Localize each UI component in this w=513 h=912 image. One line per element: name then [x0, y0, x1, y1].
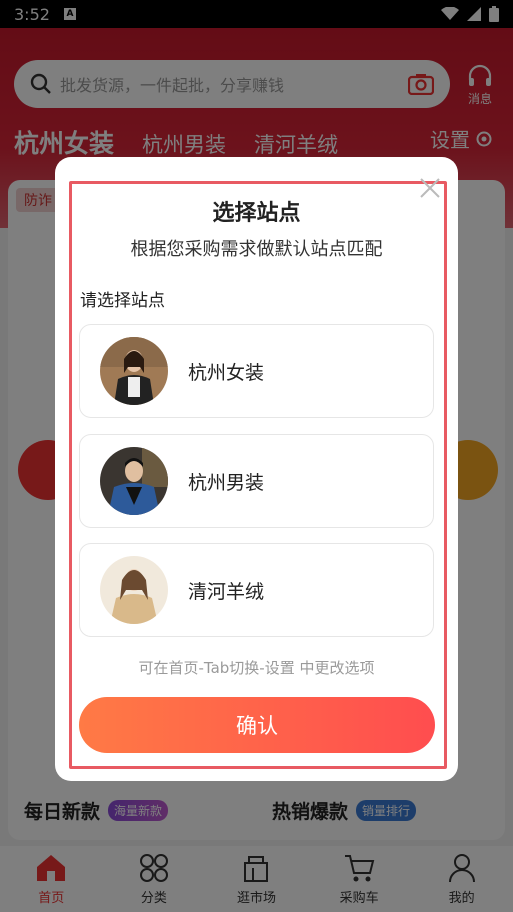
- confirm-button[interactable]: 确认: [79, 697, 435, 753]
- avatar: [100, 556, 168, 624]
- avatar: [100, 447, 168, 515]
- site-option-name: 杭州女装: [188, 361, 265, 384]
- site-option-name: 杭州男装: [188, 471, 265, 494]
- site-option-hangzhou-women[interactable]: 杭州女装: [79, 324, 434, 418]
- site-option-hangzhou-men[interactable]: 杭州男装: [79, 434, 434, 528]
- settings-hint: 可在首页-Tab切换-设置 中更改选项: [138, 659, 375, 677]
- site-select-modal: 选择站点 根据您采购需求做默认站点匹配 请选择站点 杭州女装 杭州男装 清河羊绒…: [55, 157, 458, 781]
- avatar: [100, 337, 168, 405]
- modal-subtitle: 根据您采购需求做默认站点匹配: [130, 239, 383, 260]
- choose-site-label: 请选择站点: [80, 291, 165, 311]
- modal-title: 选择站点: [212, 201, 301, 226]
- site-option-qinghe-cashmere[interactable]: 清河羊绒: [79, 543, 434, 637]
- site-option-name: 清河羊绒: [188, 580, 265, 603]
